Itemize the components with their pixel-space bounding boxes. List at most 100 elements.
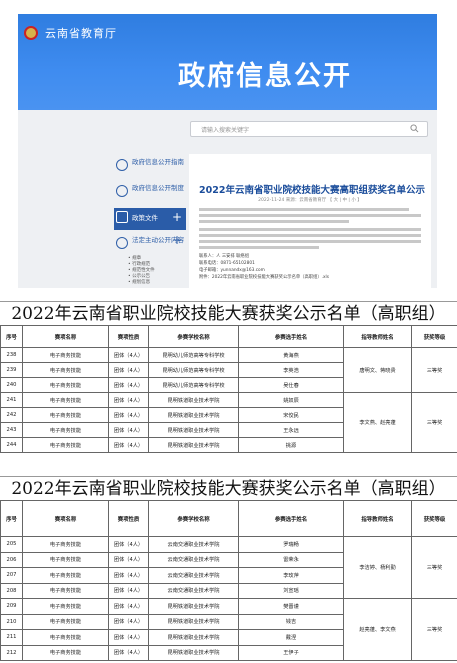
- cell-type: 团体（4人）: [108, 536, 149, 553]
- cell-no: 241: [0, 392, 23, 408]
- cell-no: 209: [0, 598, 23, 615]
- cell-no: 205: [0, 536, 23, 553]
- table-title: 2022年云南省职业院校技能大赛获奖公示名单（高职组）: [11, 479, 446, 499]
- cell-name: 雷荣永: [238, 551, 344, 568]
- award-table-1: 2022年云南省职业院校技能大赛获奖公示名单（高职组） 序号 赛项名称 赛项性质…: [0, 303, 457, 453]
- header-cell: 参赛选手姓名: [238, 325, 344, 348]
- header-cell: 参赛选手姓名: [238, 500, 344, 537]
- cell-name: 姚奴辰: [238, 392, 344, 408]
- header-cell: 序号: [0, 325, 23, 348]
- cell-no: 243: [0, 422, 23, 438]
- cell-no: 242: [0, 407, 23, 423]
- article-panel: 2022年云南省职业院校技能大赛高职组获奖名单公示 2022-11-24 来源：…: [189, 154, 431, 288]
- header-cell: 赛项性质: [108, 500, 149, 537]
- cell-no: 212: [0, 644, 23, 661]
- article-title: 2022年云南省职业院校技能大赛高职组获奖名单公示: [199, 185, 425, 196]
- table-row: 205 电子商务技能 团体（4人） 云南交通职业技术学院 罗瑞畅 李洁婷、杨利勤 三等奖: [0, 536, 457, 599]
- cell-name: 刘宣瑶: [238, 582, 344, 599]
- cell-no: 210: [0, 613, 23, 630]
- cell-teacher: 李洁婷、杨利勤: [343, 536, 412, 599]
- cell-school: 云南交通职业技术学院: [148, 582, 239, 599]
- cell-type: 团体（4人）: [108, 392, 149, 408]
- attachment-link[interactable]: 附件：2022年云南省职业院校技能大赛获奖公示名单（高职组）.xls: [199, 274, 329, 281]
- national-emblem-icon: [24, 26, 38, 40]
- clock-icon: [116, 237, 128, 249]
- cell-type: 团体（4人）: [108, 598, 149, 615]
- cell-school: 昆明铁道职业技术学院: [148, 613, 239, 630]
- divider: [0, 301, 457, 302]
- cell-type: 团体（4人）: [108, 407, 149, 423]
- cell-award: 三等奖: [411, 598, 457, 661]
- cell-no: 207: [0, 567, 23, 584]
- expand-icon[interactable]: +: [172, 234, 182, 246]
- cell-type: 团体（4人）: [108, 582, 149, 599]
- cell-name: 罗瑞畅: [238, 536, 344, 553]
- cell-type: 团体（4人）: [108, 362, 149, 378]
- article-meta: 2022-11-24 来源：云南省教育厅 【 大 | 中 | 小 】: [258, 198, 362, 203]
- search-icon[interactable]: [410, 124, 419, 133]
- text-line: [199, 220, 349, 223]
- header-cell: 获奖等级: [411, 500, 457, 537]
- text-line: [199, 240, 421, 243]
- results-table: 序号 赛项名称 赛项性质 参赛学校名称 参赛选手姓名 指导教师姓名 获奖等级 2…: [0, 325, 457, 453]
- sidebar-item-system[interactable]: 政府信息公开制度: [114, 182, 186, 204]
- file-icon: [116, 211, 128, 223]
- header-cell: 指导教师姓名: [343, 500, 412, 537]
- cell-school: 昆明铁道职业技术学院: [148, 437, 239, 453]
- cell-school: 昆明幼儿师范高等专科学校: [148, 347, 239, 363]
- header-cell: 赛项性质: [108, 325, 149, 348]
- cell-type: 团体（4人）: [108, 437, 149, 453]
- header-cell: 参赛学校名称: [148, 325, 239, 348]
- cell-no: 238: [0, 347, 23, 363]
- cell-no: 208: [0, 582, 23, 599]
- sidebar: 政府信息公开指南 政府信息公开制度 政策文件 + 法定主动公开内容 + • 规章…: [114, 156, 186, 288]
- sidebar-item-guide[interactable]: 政府信息公开指南: [114, 156, 186, 178]
- cell-no: 239: [0, 362, 23, 378]
- cell-teacher: 赵亮蓬、李文燕: [343, 598, 412, 661]
- sidebar-item-policy[interactable]: 政策文件 +: [114, 208, 186, 230]
- cell-event: 电子商务技能: [22, 613, 109, 630]
- cell-no: 211: [0, 629, 23, 646]
- cell-school: 昆明幼儿师范高等专科学校: [148, 362, 239, 378]
- search-input[interactable]: 请输入搜索关键字: [190, 121, 428, 137]
- cell-name: 李玫萍: [238, 567, 344, 584]
- cell-teacher: 李文燕、赵亮蓬: [343, 392, 412, 453]
- cell-school: 昆明铁道职业技术学院: [148, 644, 239, 661]
- cell-school: 昆明铁道职业技术学院: [148, 392, 239, 408]
- banner-title: 政府信息公开: [178, 61, 352, 92]
- cell-type: 团体（4人）: [108, 613, 149, 630]
- cell-name: 吴仕春: [238, 377, 344, 393]
- compass-icon: [116, 159, 128, 171]
- cell-school: 昆明幼儿师范高等专科学校: [148, 377, 239, 393]
- cell-event: 电子商务技能: [22, 362, 109, 378]
- text-line: [199, 208, 409, 211]
- cell-school: 昆明铁道职业技术学院: [148, 629, 239, 646]
- cell-name: 戴涅: [238, 629, 344, 646]
- expand-icon[interactable]: +: [172, 211, 182, 223]
- table-header-row: 序号 赛项名称 赛项性质 参赛学校名称 参赛选手姓名 指导教师姓名 获奖等级: [0, 500, 457, 537]
- cell-event: 电子商务技能: [22, 551, 109, 568]
- text-line: [199, 214, 421, 217]
- cell-name: 挑源: [238, 437, 344, 453]
- text-line: [199, 234, 421, 237]
- cell-type: 团体（4人）: [108, 377, 149, 393]
- search-placeholder: 请输入搜索关键字: [201, 127, 250, 134]
- cell-name: 王永远: [238, 422, 344, 438]
- cell-event: 电子商务技能: [22, 567, 109, 584]
- cell-type: 团体（4人）: [108, 567, 149, 584]
- cell-event: 电子商务技能: [22, 437, 109, 453]
- cell-school: 云南交通职业技术学院: [148, 536, 239, 553]
- sub-item[interactable]: • 规划信息: [128, 280, 150, 286]
- cell-name: 樊晋谨: [238, 598, 344, 615]
- header-cell: 参赛学校名称: [148, 500, 239, 537]
- website-screenshot: 云南省教育厅 政府信息公开 请输入搜索关键字 政府信息公开指南 政府信息公开制度…: [18, 14, 437, 288]
- contact-email: 电子邮箱：yunnandx@163.com: [199, 268, 265, 273]
- table-header-row: 序号 赛项名称 赛项性质 参赛学校名称 参赛选手姓名 指导教师姓名 获奖等级: [0, 325, 457, 348]
- site-name[interactable]: 云南省教育厅: [45, 25, 117, 41]
- cell-teacher: 唐明文、蒋晓贵: [343, 347, 412, 393]
- cell-type: 团体（4人）: [108, 629, 149, 646]
- cell-event: 电子商务技能: [22, 582, 109, 599]
- table-row: 241 电子商务技能 团体（4人） 昆明铁道职业技术学院 姚奴辰 李文燕、赵亮蓬 三等奖: [0, 392, 457, 453]
- sidebar-item-content[interactable]: 法定主动公开内容 +: [114, 234, 186, 256]
- divider: [0, 476, 457, 477]
